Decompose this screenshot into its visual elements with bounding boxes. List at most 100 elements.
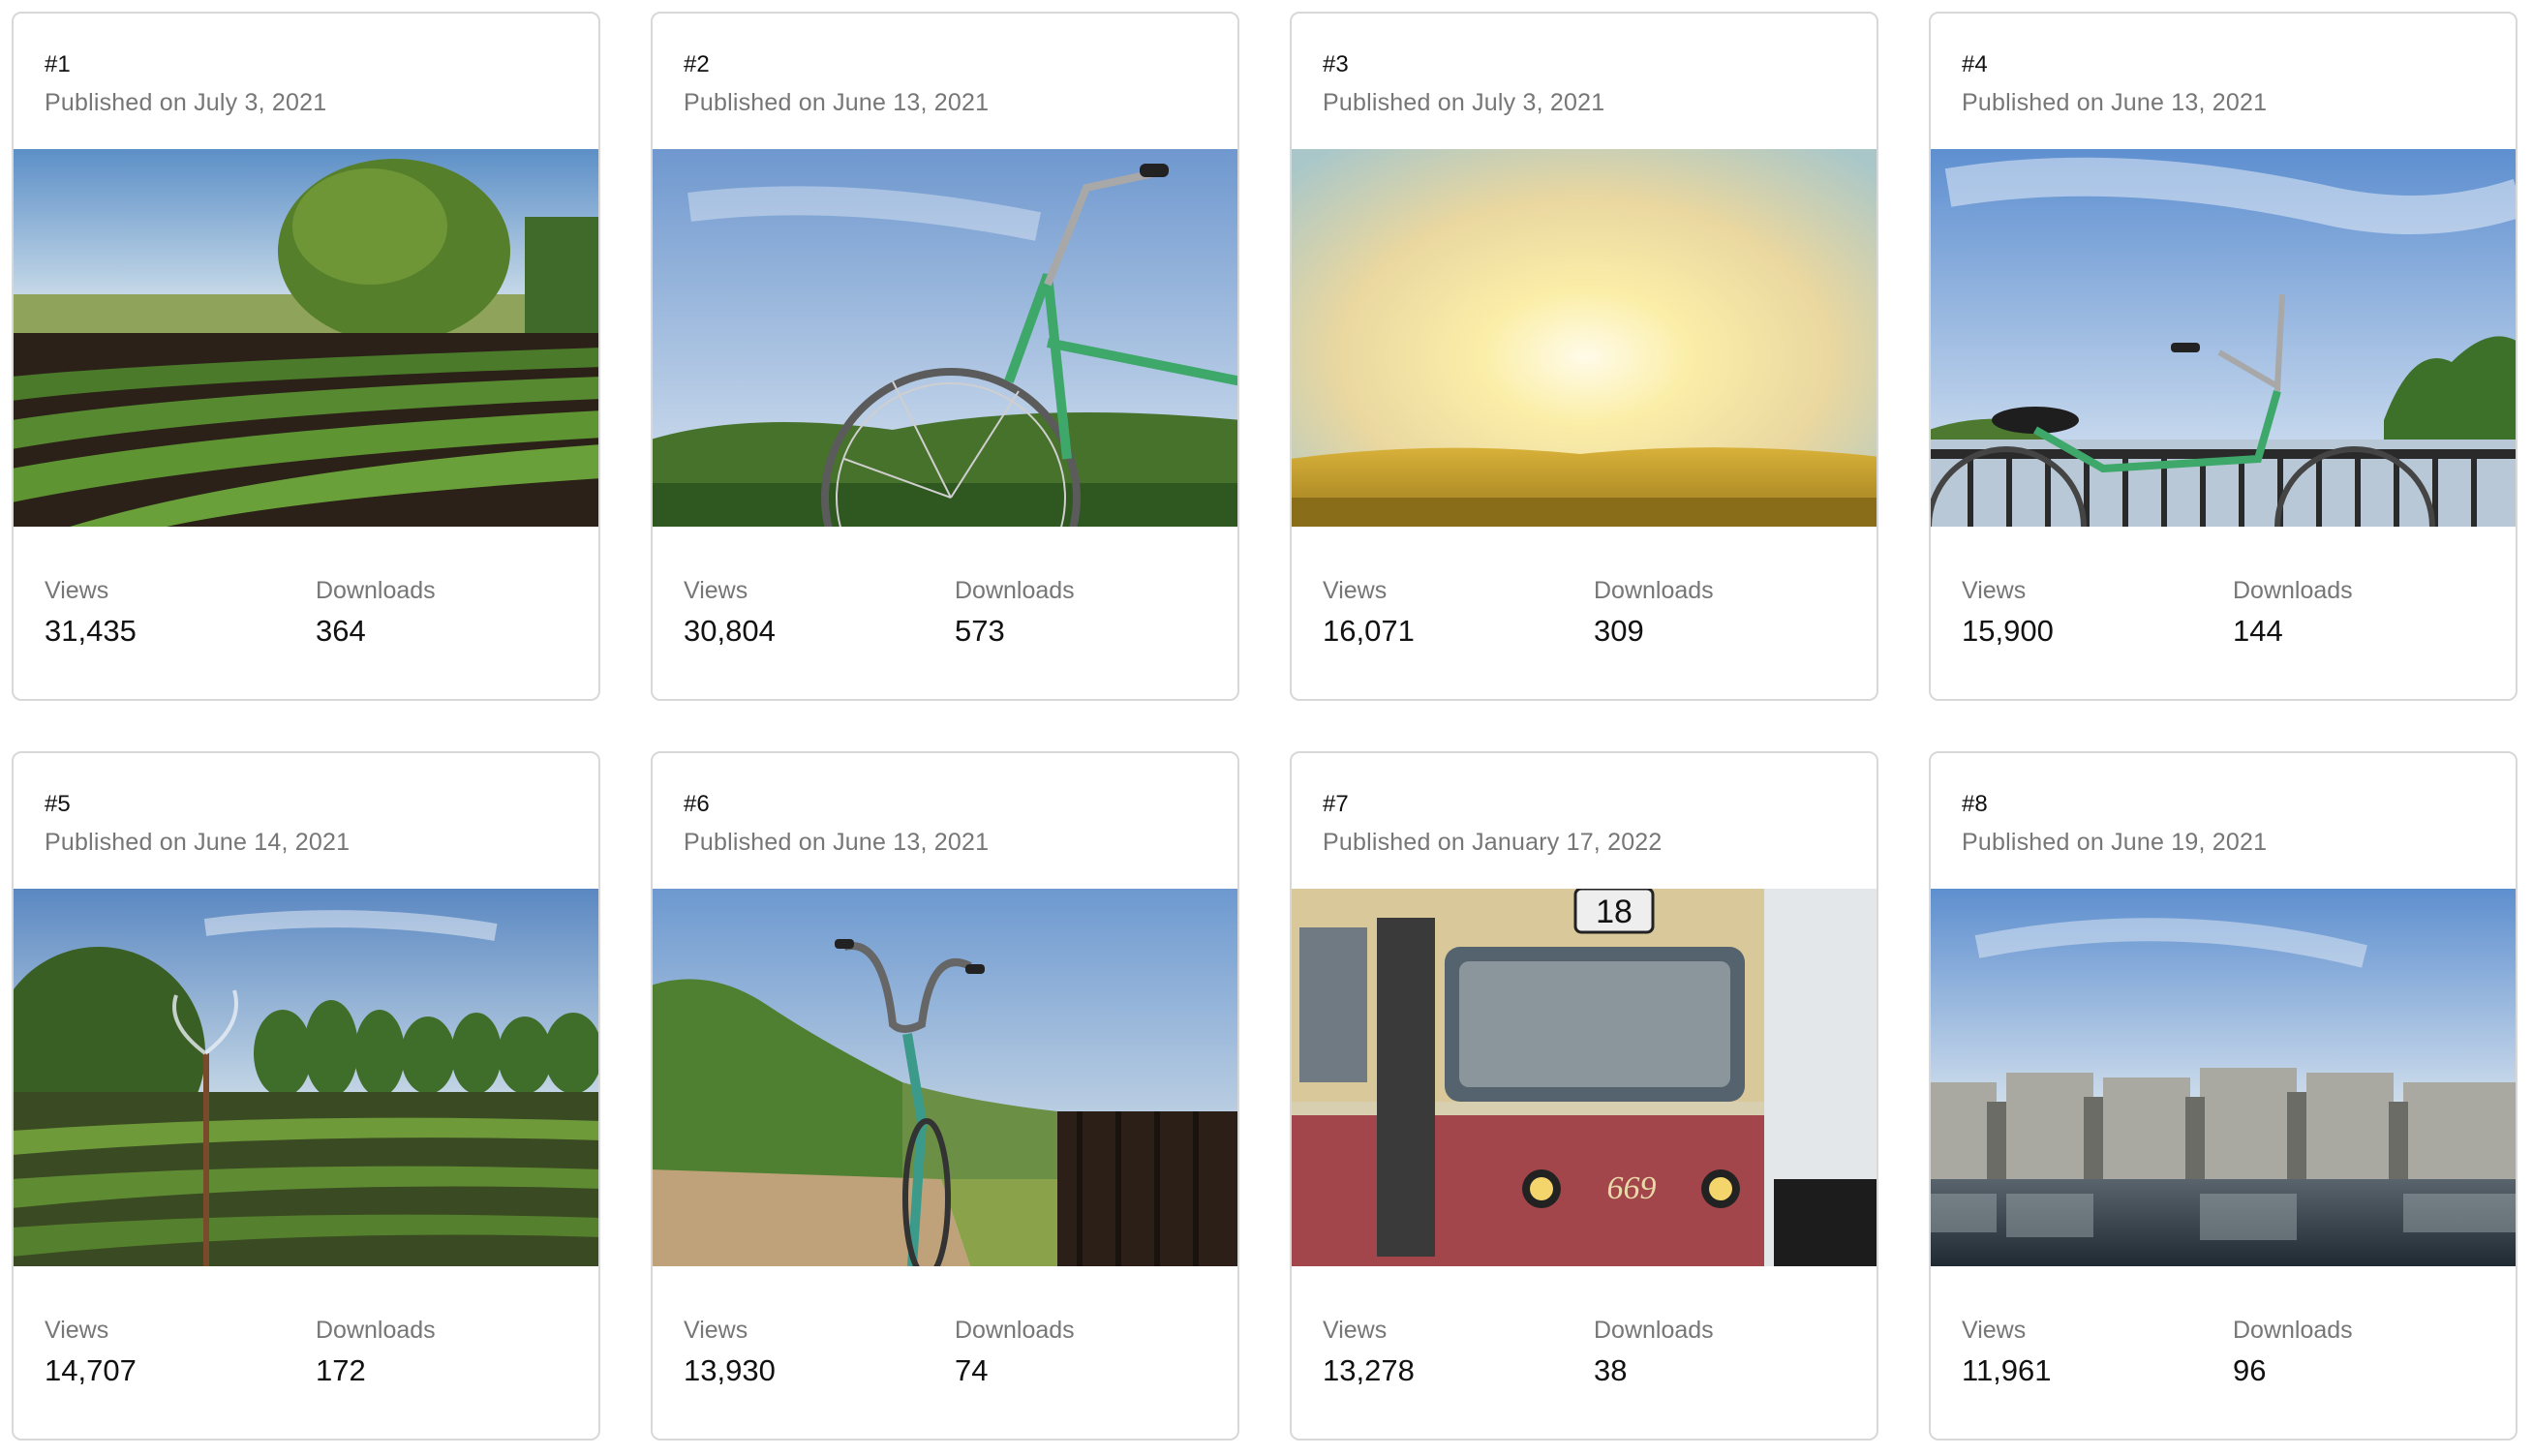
card-stats: Views 30,804 Downloads 573 (653, 527, 1237, 699)
card-stats: Views 16,071 Downloads 309 (1292, 527, 1877, 699)
downloads-count: 96 (2233, 1353, 2267, 1387)
views-stat: Views 15,900 (1962, 575, 2054, 651)
downloads-label: Downloads (955, 1317, 1075, 1344)
published-date: Published on January 17, 2022 (1323, 829, 1663, 856)
views-count: 31,435 (45, 614, 137, 648)
card-header: #1 Published on July 3, 2021 (14, 14, 598, 149)
views-count: 11,961 (1962, 1353, 2052, 1387)
views-count: 13,930 (684, 1353, 776, 1387)
bicycle-image (653, 149, 1237, 527)
card-rank: #3 (1323, 51, 1349, 77)
downloads-label: Downloads (316, 1317, 436, 1344)
bicycle-railing-image (1931, 149, 2516, 527)
downloads-label: Downloads (1594, 1317, 1714, 1344)
downloads-count: 144 (2233, 614, 2283, 648)
downloads-count: 74 (955, 1353, 989, 1387)
views-stat: Views 13,278 (1323, 1315, 1415, 1390)
photo-thumbnail[interactable]: 18 669 (1292, 889, 1877, 1266)
sunset-image (1292, 149, 1877, 527)
tree-field-image (14, 149, 598, 527)
views-count: 14,707 (45, 1353, 137, 1387)
downloads-label: Downloads (955, 577, 1075, 604)
photo-thumbnail[interactable] (1931, 889, 2516, 1266)
downloads-count: 573 (955, 614, 1005, 648)
card-rank: #8 (1962, 791, 1988, 817)
sprinkler-field-image (14, 889, 598, 1266)
downloads-count: 364 (316, 614, 366, 648)
card-stats: Views 13,930 Downloads 74 (653, 1266, 1237, 1439)
bicycle-road-image (653, 889, 1237, 1266)
card-stats: Views 31,435 Downloads 364 (14, 527, 598, 699)
photo-thumbnail[interactable] (653, 149, 1237, 527)
card-header: #4 Published on June 13, 2021 (1931, 14, 2516, 149)
card-rank: #5 (45, 791, 71, 817)
downloads-stat: Downloads 573 (955, 575, 1075, 651)
downloads-stat: Downloads 96 (2233, 1315, 2353, 1390)
downloads-stat: Downloads 364 (316, 575, 436, 651)
dam-image (1931, 889, 2516, 1266)
views-count: 30,804 (684, 614, 776, 648)
views-stat: Views 30,804 (684, 575, 776, 651)
photo-card[interactable]: #8 Published on June 19, 2021 Views 11,9… (1929, 751, 2518, 1441)
downloads-label: Downloads (2233, 577, 2353, 604)
photo-card[interactable]: #5 Published on June 14, 2021 Views 14,7… (12, 751, 600, 1441)
card-header: #7 Published on January 17, 2022 (1292, 753, 1877, 889)
photo-card[interactable]: #4 Published on June 13, 2021 Views 15,9… (1929, 12, 2518, 701)
card-rank: #4 (1962, 51, 1988, 77)
card-stats: Views 14,707 Downloads 172 (14, 1266, 598, 1439)
downloads-stat: Downloads 172 (316, 1315, 436, 1390)
downloads-label: Downloads (2233, 1317, 2353, 1344)
photo-thumbnail[interactable] (14, 889, 598, 1266)
downloads-stat: Downloads 144 (2233, 575, 2353, 651)
card-stats: Views 13,278 Downloads 38 (1292, 1266, 1877, 1439)
photo-thumbnail[interactable] (1292, 149, 1877, 527)
card-rank: #6 (684, 791, 710, 817)
views-label: Views (1323, 577, 1388, 604)
card-header: #6 Published on June 13, 2021 (653, 753, 1237, 889)
photo-stats-grid: #1 Published on July 3, 2021 Views 31,43… (0, 0, 2533, 1456)
published-date: Published on June 19, 2021 (1962, 829, 2268, 856)
card-stats: Views 15,900 Downloads 144 (1931, 527, 2516, 699)
views-label: Views (684, 577, 748, 604)
photo-thumbnail[interactable] (1931, 149, 2516, 527)
views-count: 15,900 (1962, 614, 2054, 648)
views-label: Views (45, 1317, 109, 1344)
card-stats: Views 11,961 Downloads 96 (1931, 1266, 2516, 1439)
card-rank: #7 (1323, 791, 1349, 817)
downloads-label: Downloads (1594, 577, 1714, 604)
downloads-count: 38 (1594, 1353, 1628, 1387)
views-label: Views (1962, 577, 2027, 604)
photo-card[interactable]: #1 Published on July 3, 2021 Views 31,43… (12, 12, 600, 701)
tram-route-sign: 18 (1596, 894, 1633, 930)
views-stat: Views 31,435 (45, 575, 137, 651)
views-label: Views (684, 1317, 748, 1344)
published-date: Published on July 3, 2021 (1323, 89, 1605, 116)
photo-card[interactable]: #2 Published on June 13, 2021 Views 30,8… (651, 12, 1239, 701)
photo-card[interactable]: #3 Published on July 3, 2021 Views 16,07… (1290, 12, 1878, 701)
tram-number: 669 (1607, 1170, 1657, 1206)
tram-image: 18 669 (1292, 889, 1877, 1266)
views-label: Views (1323, 1317, 1388, 1344)
published-date: Published on June 13, 2021 (684, 829, 990, 856)
published-date: Published on June 13, 2021 (684, 89, 990, 116)
photo-thumbnail[interactable] (653, 889, 1237, 1266)
downloads-stat: Downloads 74 (955, 1315, 1075, 1390)
views-stat: Views 13,930 (684, 1315, 776, 1390)
card-header: #5 Published on June 14, 2021 (14, 753, 598, 889)
downloads-count: 309 (1594, 614, 1644, 648)
photo-card[interactable]: #6 Published on June 13, 2021 Views 13,9… (651, 751, 1239, 1441)
views-count: 13,278 (1323, 1353, 1415, 1387)
views-label: Views (1962, 1317, 2027, 1344)
published-date: Published on June 13, 2021 (1962, 89, 2268, 116)
card-header: #3 Published on July 3, 2021 (1292, 14, 1877, 149)
card-rank: #2 (684, 51, 710, 77)
views-stat: Views 14,707 (45, 1315, 137, 1390)
views-label: Views (45, 577, 109, 604)
photo-card[interactable]: #7 Published on January 17, 2022 18 669 … (1290, 751, 1878, 1441)
published-date: Published on June 14, 2021 (45, 829, 351, 856)
views-count: 16,071 (1323, 614, 1415, 648)
views-stat: Views 11,961 (1962, 1315, 2052, 1390)
downloads-count: 172 (316, 1353, 366, 1387)
photo-thumbnail[interactable] (14, 149, 598, 527)
downloads-label: Downloads (316, 577, 436, 604)
